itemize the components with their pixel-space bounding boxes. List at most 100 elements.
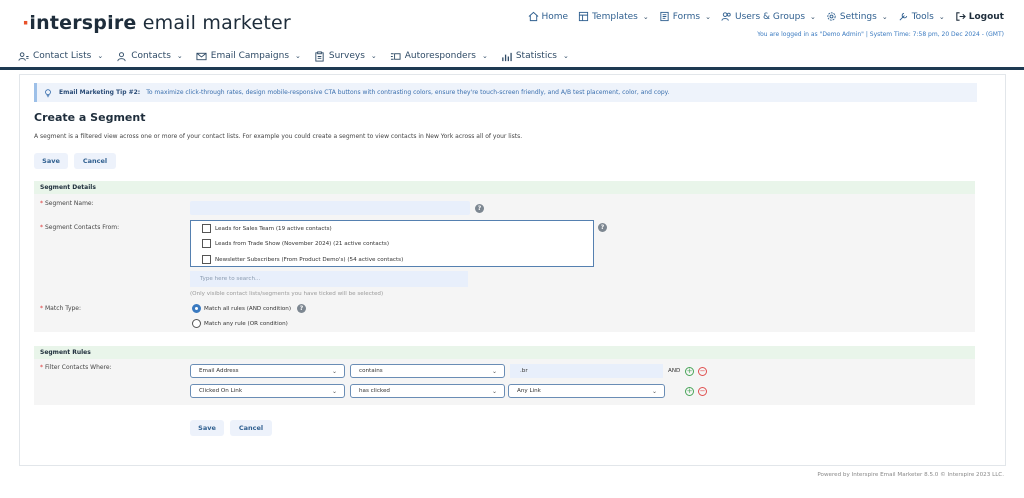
nav-tools-label: Tools [911,11,934,22]
footer-text: Powered by Interspire Email Marketer 8.5… [817,472,1004,478]
match-all-radio[interactable]: Match all rules (AND condition)? [192,304,307,313]
contact-lists-icon [18,51,29,61]
nav-forms-label: Forms [672,11,701,22]
segment-name-label: * Segment Name: [40,200,94,207]
tab-email-campaigns-label: Email Campaigns [210,51,290,61]
tab-statistics[interactable]: Statistics ⌄ [501,45,569,67]
chevron-down-icon: ⌄ [938,12,945,21]
chevron-down-icon: ⌄ [881,12,888,21]
remove-rule-icon[interactable]: − [698,367,707,376]
chevron-down-icon: ⌄ [176,52,183,60]
nav-tools[interactable]: Tools ⌄ [898,11,945,22]
users-icon [721,12,731,21]
templates-icon [579,11,589,22]
chevron-down-icon: ⌄ [642,12,649,21]
rule-value-select[interactable]: Any Link ⌄ [508,384,665,398]
nav-logout[interactable]: Logout [955,11,1004,22]
segment-rules-body: * Filter Contacts Where: Email Address ⌄ c… [34,359,975,405]
chevron-down-icon: ⌄ [97,52,104,60]
segment-name-input[interactable] [190,201,470,215]
nav-templates[interactable]: Templates ⌄ [578,11,649,22]
match-any-radio[interactable]: Match any rule (OR condition) [192,319,288,328]
tab-contacts[interactable]: Contacts ⌄ [116,45,183,67]
cancel-button[interactable]: Cancel [74,153,116,169]
remove-rule-icon[interactable]: − [698,387,707,396]
nav-forms[interactable]: Forms ⌄ [659,11,711,22]
statistics-icon [502,52,512,61]
chevron-down-icon: ⌄ [810,12,816,21]
chevron-down-icon: ⌄ [651,388,657,395]
nav-home[interactable]: Home [528,11,569,22]
rule-connector: AND [668,368,681,374]
tab-contact-lists[interactable]: Contact Lists ⌄ [18,45,103,67]
add-rule-icon[interactable]: + [685,387,694,396]
rule-field-select[interactable]: Clicked On Link ⌄ [190,384,345,398]
save-button[interactable]: Save [34,153,68,169]
list-item[interactable]: Leads from Trade Show (November 2024) (2… [202,239,389,248]
help-icon[interactable]: ? [475,204,484,213]
tab-surveys[interactable]: Surveys ⌄ [314,45,377,67]
rule-operator-select[interactable]: has clicked ⌄ [350,384,505,398]
add-rule-icon[interactable]: + [685,367,694,376]
chevron-down-icon: ⌄ [331,388,337,395]
main-panel: Email Marketing Tip #2: To maximize clic… [19,74,1006,466]
tab-surveys-label: Surveys [328,51,365,61]
radio-selected[interactable] [192,304,201,313]
chevron-down-icon: ⌄ [491,388,497,395]
lightbulb-icon [45,88,51,97]
home-icon [528,11,538,22]
cancel-button-bottom[interactable]: Cancel [230,420,272,436]
search-hint: (Only visible contact lists/segments you… [190,291,384,297]
autoresponder-icon [390,52,401,60]
tab-email-campaigns[interactable]: Email Campaigns ⌄ [196,45,301,67]
checkbox[interactable] [202,224,211,233]
nav-logout-label: Logout [968,11,1004,22]
chevron-down-icon: ⌄ [370,52,377,60]
page-description: A segment is a filtered view across one … [34,133,523,140]
tab-autoresponders[interactable]: Autoresponders ⌄ [390,45,488,67]
rule-operator-select[interactable]: contains ⌄ [350,364,505,378]
nav-home-label: Home [541,11,569,22]
list-item[interactable]: Newsletter Subscribers (From Product Dem… [202,255,403,264]
checkbox[interactable] [202,239,211,248]
logo-sub: email marketer [136,12,291,34]
help-icon[interactable]: ? [297,304,307,313]
filter-contacts-label: * Filter Contacts Where: [40,364,112,371]
top-nav: Home Templates ⌄ Forms ⌄ Users & Groups ⌄ S… [528,11,1004,22]
help-icon[interactable]: ? [598,223,607,232]
main-nav: Contact Lists ⌄ Contacts ⌄ Email Campaigns… [18,45,569,67]
segment-details-body: * Segment Name: ? * Segment Contacts From:… [34,194,975,332]
chevron-down-icon: ⌄ [705,12,711,21]
nav-divider [0,67,1024,70]
contact-lists-box[interactable]: Leads for Sales Team (19 active contacts… [190,220,594,267]
gear-icon [827,12,836,21]
list-search-input[interactable]: Type here to search... [190,271,468,287]
tab-statistics-label: Statistics [515,51,557,61]
login-info: You are logged in as "Demo Admin" | Syst… [757,31,1004,38]
list-item[interactable]: Leads for Sales Team (19 active contacts… [202,224,332,233]
nav-users-groups-label: Users & Groups [734,11,806,22]
chevron-down-icon: ⌄ [295,52,301,60]
chevron-down-icon: ⌄ [562,52,569,60]
tip-label: Email Marketing Tip #2: [59,89,141,96]
chevron-down-icon: ⌄ [331,368,337,375]
rule-field-select[interactable]: Email Address ⌄ [190,364,345,378]
save-button-bottom[interactable]: Save [190,420,224,436]
segment-details-heading: Segment Details [34,181,975,194]
checkbox[interactable] [202,255,211,264]
tools-icon [899,12,907,21]
email-icon [196,52,207,60]
clipboard-icon [315,50,324,62]
segment-contacts-from-label: * Segment Contacts From: [40,224,120,231]
tip-banner: Email Marketing Tip #2: To maximize clic… [34,83,977,102]
radio-unselected[interactable] [192,319,201,328]
tab-contact-lists-label: Contact Lists [33,51,92,61]
nav-settings[interactable]: Settings ⌄ [826,11,888,22]
nav-users-groups[interactable]: Users & Groups ⌄ [721,11,816,22]
contact-icon [117,51,126,61]
logo[interactable]: ·interspire email marketer [22,12,291,34]
logout-icon [956,12,966,21]
tab-autoresponders-label: Autoresponders [404,51,476,61]
logo-main: interspire [29,12,137,34]
rule-value-input[interactable]: .br [510,364,663,378]
